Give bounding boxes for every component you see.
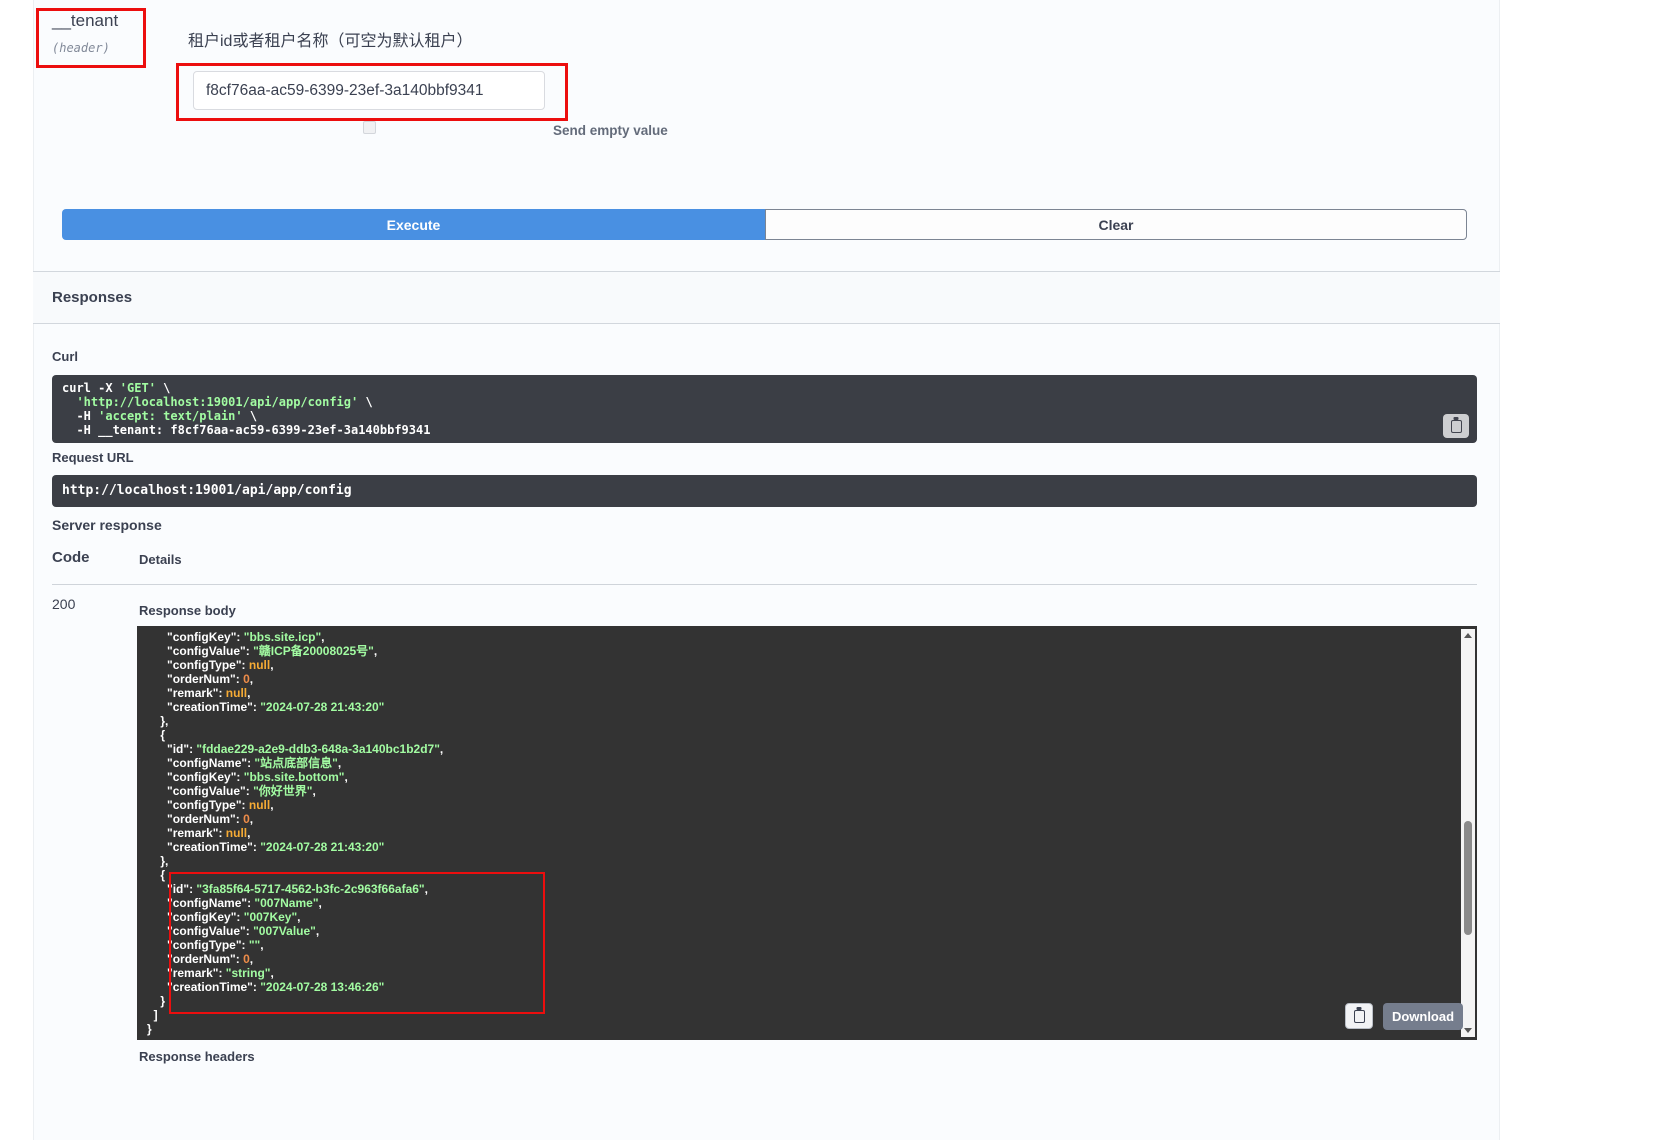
parameter-name: __tenant [52, 11, 118, 31]
response-body-line: { [147, 868, 1477, 882]
response-body-line: "configKey": "bbs.site.icp", [147, 630, 1477, 644]
response-body-line: } [147, 994, 1477, 1008]
response-body-line: "creationTime": "2024-07-28 21:43:20" [147, 700, 1477, 714]
response-body-line: "configType": "", [147, 938, 1477, 952]
response-body-line: "remark": "string", [147, 966, 1477, 980]
copy-curl-button[interactable] [1443, 414, 1469, 438]
download-button[interactable]: Download [1383, 1003, 1463, 1030]
response-body-line: "configType": null, [147, 658, 1477, 672]
tenant-value-input[interactable] [193, 71, 545, 110]
responses-title: Responses [52, 289, 132, 306]
response-headers-label: Response headers [139, 1049, 255, 1064]
scrollbar-up-arrow-icon[interactable] [1461, 630, 1475, 642]
response-body-scrollbar[interactable] [1461, 629, 1475, 1037]
response-body-line: "configValue": "赣ICP备20008025号", [147, 644, 1477, 658]
execute-button[interactable]: Execute [62, 209, 765, 240]
response-body-line: "remark": null, [147, 686, 1477, 700]
response-body-line: "remark": null, [147, 826, 1477, 840]
response-body-line: }, [147, 714, 1477, 728]
copy-response-button[interactable] [1345, 1003, 1373, 1029]
details-column-header: Details [139, 552, 182, 567]
curl-code: curl -X 'GET' \ 'http://localhost:19001/… [62, 381, 1467, 437]
scrollbar-down-arrow-icon[interactable] [1461, 1024, 1475, 1036]
request-url-block: http://localhost:19001/api/app/config [52, 475, 1477, 507]
response-body-line: "configValue": "007Value", [147, 924, 1477, 938]
status-code: 200 [52, 596, 75, 612]
send-empty-checkbox[interactable] [363, 121, 376, 134]
request-url-label: Request URL [52, 450, 134, 465]
response-body-line: "orderNum": 0, [147, 672, 1477, 686]
response-body-line: { [147, 728, 1477, 742]
response-body-line: "orderNum": 0, [147, 952, 1477, 966]
clear-button[interactable]: Clear [765, 209, 1467, 240]
response-body-line: "configValue": "你好世界", [147, 784, 1477, 798]
response-body-line: "id": "3fa85f64-5717-4562-b3fc-2c963f66a… [147, 882, 1477, 896]
table-header-divider [52, 584, 1477, 585]
response-body-line: } [147, 1022, 1477, 1036]
parameter-description: 租户id或者租户名称（可空为默认租户） [188, 27, 472, 51]
curl-code-line: 'http://localhost:19001/api/app/config' … [62, 395, 1467, 409]
response-body-code: "configKey": "bbs.site.icp", "configValu… [147, 630, 1477, 1036]
clipboard-icon [1354, 1010, 1365, 1023]
response-body-line: "configKey": "007Key", [147, 910, 1477, 924]
curl-code-line: -H __tenant: f8cf76aa-ac59-6399-23ef-3a1… [62, 423, 1467, 437]
parameter-location: (header) [52, 41, 110, 55]
curl-code-line: curl -X 'GET' \ [62, 381, 1467, 395]
response-body-line: "configName": "007Name", [147, 896, 1477, 910]
response-body-line: "orderNum": 0, [147, 812, 1477, 826]
response-body-line: "configName": "站点底部信息", [147, 756, 1477, 770]
request-url-value: http://localhost:19001/api/app/config [62, 483, 352, 498]
response-body-label: Response body [139, 603, 236, 618]
send-empty-label: Send empty value [553, 123, 668, 138]
swagger-operation-panel: __tenant (header) 租户id或者租户名称（可空为默认租户） Se… [0, 0, 1667, 1140]
code-column-header: Code [52, 549, 90, 566]
response-body-line: "configKey": "bbs.site.bottom", [147, 770, 1477, 784]
response-body-line: "id": "fddae229-a2e9-ddb3-648a-3a140bc1b… [147, 742, 1477, 756]
response-body-line: ] [147, 1008, 1477, 1022]
clipboard-icon [1451, 420, 1462, 433]
curl-label: Curl [52, 349, 78, 364]
response-body-line: "creationTime": "2024-07-28 13:46:26" [147, 980, 1477, 994]
response-body-line: }, [147, 854, 1477, 868]
curl-command-block: curl -X 'GET' \ 'http://localhost:19001/… [52, 375, 1477, 443]
response-body-line: "creationTime": "2024-07-28 21:43:20" [147, 840, 1477, 854]
response-body-block: "configKey": "bbs.site.icp", "configValu… [137, 626, 1477, 1040]
server-response-label: Server response [52, 517, 162, 533]
responses-section-header: Responses [33, 271, 1500, 324]
scrollbar-thumb[interactable] [1464, 821, 1472, 935]
curl-code-line: -H 'accept: text/plain' \ [62, 409, 1467, 423]
response-body-line: "configType": null, [147, 798, 1477, 812]
